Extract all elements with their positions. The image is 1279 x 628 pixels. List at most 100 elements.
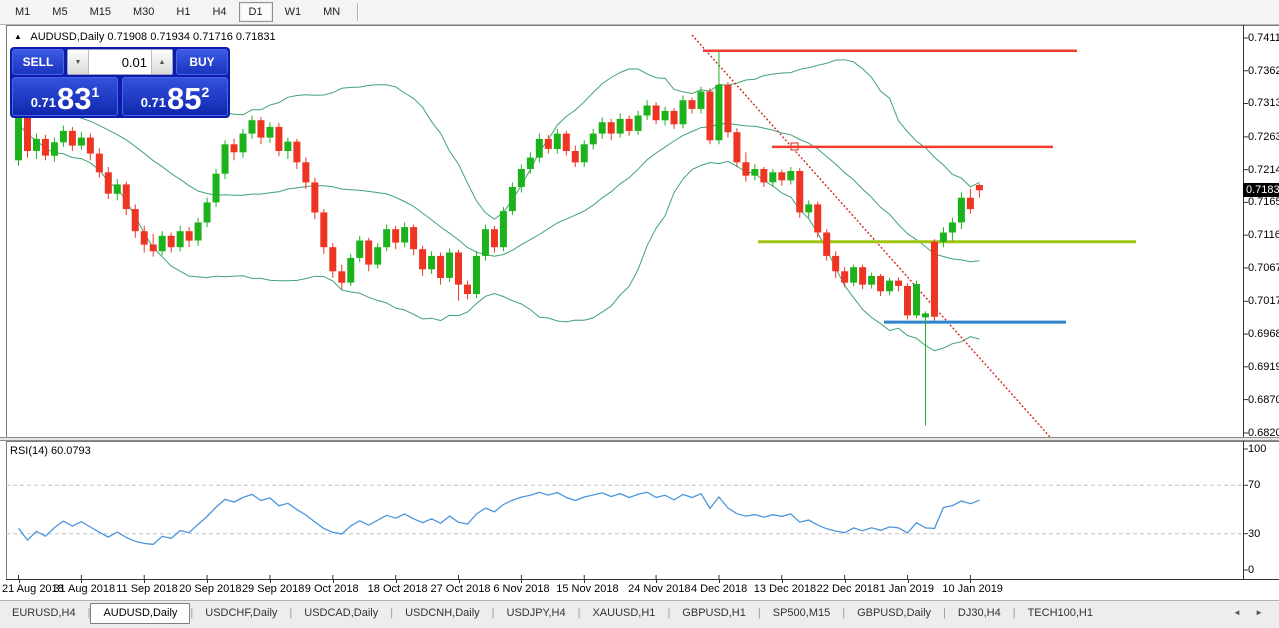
time-axis: 21 Aug 201831 Aug 201811 Sep 201820 Sep … xyxy=(0,580,1279,600)
chart-tab-tech100[interactable]: TECH100,H1 xyxy=(1016,604,1105,623)
volume-spinner: ▼ ▲ xyxy=(67,49,173,75)
candle xyxy=(922,313,929,317)
chart-tab-usdjpy[interactable]: USDJPY,H4 xyxy=(495,604,578,623)
candle xyxy=(168,236,175,247)
candle xyxy=(374,247,381,264)
price-axis-label: 0.73130 xyxy=(1248,97,1279,109)
candle xyxy=(482,229,489,256)
candle xyxy=(329,247,336,271)
tab-scroll-arrows-icon[interactable]: ◄ ► xyxy=(1233,603,1269,617)
volume-input[interactable] xyxy=(89,50,151,74)
rsi-indicator-label: RSI(14) 60.0793 xyxy=(10,445,91,457)
rsi-chart xyxy=(0,441,1279,580)
candle xyxy=(518,169,525,187)
time-axis-label: 9 Oct 2018 xyxy=(305,583,359,595)
candle xyxy=(383,229,390,247)
chart-ohlc-values: 0.71908 0.71934 0.71716 0.71831 xyxy=(107,31,275,43)
chart-tab-xauusd[interactable]: XAUUSD,H1 xyxy=(580,604,667,623)
buy-price-box[interactable]: 0.71852 xyxy=(122,77,228,116)
chart-tab-dj30[interactable]: DJ30,H4 xyxy=(946,604,1013,623)
candle xyxy=(796,171,803,212)
buy-price-sup: 2 xyxy=(202,84,210,100)
time-axis-label: 11 Sep 2018 xyxy=(116,583,178,595)
price-axis-label: 0.68200 xyxy=(1248,427,1279,439)
buy-price-prefix: 0.71 xyxy=(141,95,166,110)
candle xyxy=(177,231,184,247)
volume-increase-icon[interactable]: ▲ xyxy=(151,50,172,74)
timeframe-button-m15[interactable]: M15 xyxy=(80,2,121,22)
candle xyxy=(859,267,866,284)
candle xyxy=(877,276,884,291)
candle xyxy=(805,204,812,212)
candle xyxy=(491,229,498,247)
price-chart-panel: ▲ AUDUSD,Daily 0.71908 0.71934 0.71716 0… xyxy=(0,25,1279,437)
time-axis-label: 29 Sep 2018 xyxy=(242,583,304,595)
chart-tab-audusd[interactable]: AUDUSD,Daily xyxy=(90,603,190,624)
timeframe-button-h1[interactable]: H1 xyxy=(166,2,200,22)
time-axis-label: 31 Aug 2018 xyxy=(53,583,115,595)
candle xyxy=(689,100,696,109)
chart-tab-bar: EURUSD,H4|AUDUSD,Daily|USDCHF,Daily|USDC… xyxy=(0,600,1279,628)
price-axis-label: 0.69190 xyxy=(1248,361,1279,373)
candle xyxy=(545,139,552,149)
rsi-indicator-panel: RSI(14) 60.0793 xyxy=(0,441,1279,580)
timeframe-button-mn[interactable]: MN xyxy=(313,2,350,22)
chart-tab-gbpusd[interactable]: GBPUSD,Daily xyxy=(845,604,943,623)
price-axis-label: 0.68700 xyxy=(1248,394,1279,406)
candle xyxy=(635,116,642,131)
timeframe-button-m1[interactable]: M1 xyxy=(5,2,40,22)
candle xyxy=(392,229,399,242)
candle xyxy=(608,122,615,133)
timeframe-button-d1[interactable]: D1 xyxy=(239,2,273,22)
candle xyxy=(940,233,947,242)
candle xyxy=(78,138,85,146)
candle xyxy=(680,100,687,124)
candle xyxy=(87,138,94,154)
candle xyxy=(419,249,426,269)
panel-collapse-icon[interactable]: ▲ xyxy=(14,32,22,41)
rsi-axis-label: 0 xyxy=(1248,564,1254,576)
chart-tab-eurusd[interactable]: EURUSD,H4 xyxy=(0,604,88,623)
candle xyxy=(446,253,453,278)
price-axis-label: 0.74110 xyxy=(1248,32,1279,44)
candle xyxy=(958,198,965,223)
one-click-trading-panel: SELL ▼ ▲ BUY 0.71831 0.71852 xyxy=(10,47,230,118)
timeframe-button-m5[interactable]: M5 xyxy=(42,2,77,22)
candle xyxy=(248,120,255,133)
candle xyxy=(572,151,579,162)
chart-tab-sp500[interactable]: SP500,M15 xyxy=(761,604,842,623)
candle xyxy=(769,172,776,182)
volume-decrease-icon[interactable]: ▼ xyxy=(68,50,89,74)
chart-tab-usdcad[interactable]: USDCAD,Daily xyxy=(292,604,390,623)
timeframe-button-h4[interactable]: H4 xyxy=(202,2,236,22)
chart-tab-usdchf[interactable]: USDCHF,Daily xyxy=(193,604,289,623)
candle xyxy=(141,231,148,244)
candle xyxy=(114,184,121,193)
buy-button[interactable]: BUY xyxy=(176,49,228,75)
candle xyxy=(159,236,166,251)
candle xyxy=(150,245,157,252)
candle xyxy=(949,223,956,233)
chart-symbol-label: AUDUSD,Daily xyxy=(30,31,104,43)
buy-price-big: 85 xyxy=(167,83,201,114)
time-axis-label: 27 Oct 2018 xyxy=(431,583,491,595)
descending-trendline[interactable] xyxy=(692,35,1050,437)
candle xyxy=(617,119,624,134)
candle xyxy=(464,285,471,294)
chart-tab-usdcnh[interactable]: USDCNH,Daily xyxy=(393,604,492,623)
time-axis-label: 22 Dec 2018 xyxy=(817,583,879,595)
candle xyxy=(437,256,444,278)
rsi-axis-label: 70 xyxy=(1248,479,1260,491)
sell-price-box[interactable]: 0.71831 xyxy=(12,77,118,116)
sell-button[interactable]: SELL xyxy=(12,49,64,75)
candle xyxy=(24,117,31,151)
price-axis-label: 0.69680 xyxy=(1248,328,1279,340)
candle xyxy=(500,211,507,247)
chart-tab-gbpusd[interactable]: GBPUSD,H1 xyxy=(670,604,758,623)
candle xyxy=(222,144,229,173)
timeframe-button-m30[interactable]: M30 xyxy=(123,2,164,22)
candle xyxy=(257,120,264,137)
candle xyxy=(662,111,669,120)
timeframe-button-w1[interactable]: W1 xyxy=(275,2,312,22)
candle xyxy=(527,158,534,169)
